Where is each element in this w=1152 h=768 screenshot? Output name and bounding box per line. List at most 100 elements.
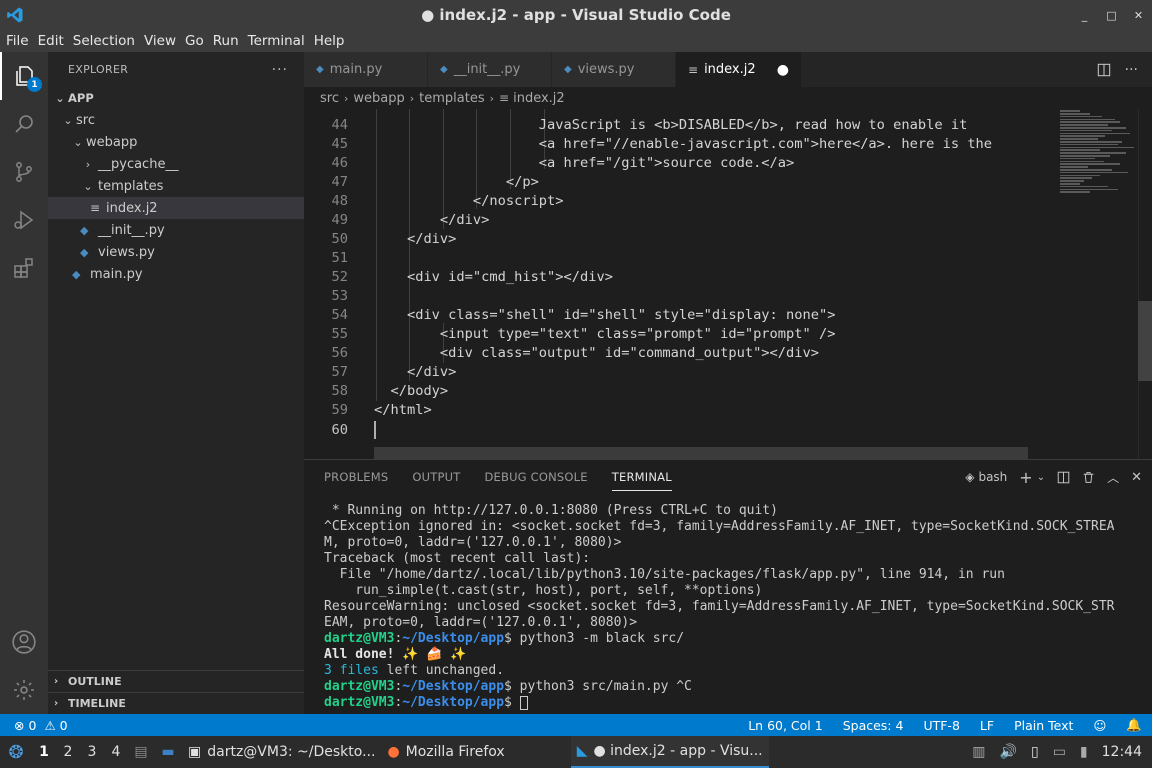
tab-index-j2[interactable]: ≡ index.j2 ● [676,52,802,87]
tab-views-py[interactable]: ◆ views.py [552,52,676,87]
task-firefox[interactable]: ● Mozilla Firefox [381,736,510,768]
task-vscode[interactable]: ◣ ● index.j2 - app - Visu... [570,736,769,768]
maximize-panel-icon[interactable]: ︿ [1107,469,1119,486]
notes-icon[interactable]: ▯ [1031,744,1039,760]
run-debug-activity[interactable] [0,196,48,244]
start-menu-icon[interactable]: ❂ [0,742,32,763]
chevron-down-icon[interactable]: ⌄ [1037,472,1045,483]
breadcrumb-src[interactable]: src [320,91,339,106]
terminal-command: $ python3 src/main.py ^C [504,679,692,694]
line-text: </noscript> [374,192,564,209]
tree-file-views-py[interactable]: ◆ views.py [48,241,304,263]
split-terminal-icon[interactable] [1057,471,1070,484]
menu-go[interactable]: Go [181,33,208,49]
code-line: 55 <input type="text" class="prompt" id=… [304,324,1048,343]
tab-problems[interactable]: PROBLEMS [324,470,388,484]
tree-file-index-j2[interactable]: ≡ index.j2 [48,197,304,219]
tab-debug-console[interactable]: DEBUG CONSOLE [484,470,587,484]
trash-icon[interactable] [1082,471,1095,484]
tab-output[interactable]: OUTPUT [412,470,460,484]
menu-terminal[interactable]: Terminal [244,33,309,49]
clock[interactable]: 12:44 [1102,744,1142,760]
minimize-button[interactable]: _ [1071,0,1098,30]
maximize-button[interactable]: □ [1098,0,1125,30]
tree-folder-pycache[interactable]: › __pycache__ [48,153,304,175]
scrollbar-thumb[interactable] [1138,301,1152,381]
tab-init-py[interactable]: ◆ __init__.py [428,52,552,87]
manage-activity[interactable] [0,666,48,714]
clipboard-icon[interactable]: ▥ [972,744,985,760]
editor-horizontal-scrollbar[interactable] [374,447,1028,459]
tab-terminal[interactable]: TERMINAL [611,463,672,491]
menu-file[interactable]: File [2,33,33,49]
window-title: ● index.j2 - app - Visual Studio Code [421,6,731,24]
terminal-app-icon: ▣ [188,744,202,760]
close-window-button[interactable]: ✕ [1125,0,1152,30]
terminal-shell-selector[interactable]: ◈ bash [965,470,1007,484]
line-text: <a href="//enable-javascript.com">here</… [374,135,993,152]
python-file-icon: ◆ [564,64,572,75]
show-desktop-icon[interactable]: ▬ [154,744,182,760]
task-terminal[interactable]: ▣ dartz@VM3: ~/Deskto... [182,736,381,768]
title-bar: ● index.j2 - app - Visual Studio Code _ … [0,0,1152,30]
menu-run[interactable]: Run [209,33,243,49]
outline-section[interactable]: › OUTLINE [48,670,304,692]
workspace-3[interactable]: 3 [80,744,104,760]
tab-main-py[interactable]: ◆ main.py [304,52,428,87]
workspace-1[interactable]: 1 [32,744,56,760]
error-count: 0 [28,717,37,733]
more-actions-icon[interactable]: ··· [1125,62,1138,78]
tree-file-main-py[interactable]: ◆ main.py [48,263,304,285]
menu-edit[interactable]: Edit [34,33,68,49]
timeline-section[interactable]: › TIMELINE [48,692,304,714]
line-number: 49 [331,211,348,228]
prompt-path: ~/Desktop/app [402,631,505,646]
code-editor[interactable]: 44 JavaScript is <b>DISABLED</b>, read h… [304,109,1152,459]
close-panel-icon[interactable]: ✕ [1131,470,1142,485]
tree-file-init-py[interactable]: ◆ __init__.py [48,219,304,241]
tree-folder-src[interactable]: ⌄ src [48,109,304,131]
tab-label: __init__.py [453,62,521,77]
problems-status[interactable]: ⊗ 0 ⚠ 0 [0,718,68,733]
extensions-activity[interactable] [0,244,48,292]
terminal-line: File "/home/dartz/.local/lib/python3.10/… [324,567,1005,582]
breadcrumb-templates[interactable]: templates [419,91,484,106]
tree-folder-templates[interactable]: ⌄ templates [48,175,304,197]
file-manager-icon[interactable]: ▤ [128,744,154,760]
tree-folder-app[interactable]: ⌄ APP [48,87,304,109]
new-terminal-icon[interactable]: + [1019,468,1032,487]
breadcrumb-index-j2[interactable]: index.j2 [513,91,565,106]
minimap[interactable] [1060,109,1138,229]
language-mode[interactable]: Plain Text [1014,718,1073,733]
network-icon[interactable]: ▭ [1053,744,1066,760]
power-icon[interactable]: ▮ [1080,744,1088,760]
menu-selection[interactable]: Selection [69,33,139,49]
task-label: dartz@VM3: ~/Deskto... [207,744,376,760]
menu-help[interactable]: Help [310,33,349,49]
workspace-4[interactable]: 4 [104,744,128,760]
explorer-more-button[interactable]: ··· [272,62,288,78]
workspace-2[interactable]: 2 [56,744,80,760]
breadcrumb-webapp[interactable]: webapp [353,91,404,106]
line-number: 46 [331,154,348,171]
search-activity[interactable] [0,100,48,148]
split-editor-icon[interactable] [1097,63,1111,77]
editor-vertical-scrollbar[interactable] [1138,109,1152,459]
menu-view[interactable]: View [140,33,180,49]
accounts-activity[interactable] [0,618,48,666]
volume-icon[interactable]: 🔊 [1000,744,1017,760]
encoding[interactable]: UTF-8 [923,718,959,733]
search-icon [15,115,33,133]
run-debug-icon [14,210,34,230]
feedback-icon[interactable]: ☺ [1093,718,1106,733]
indentation[interactable]: Spaces: 4 [843,718,904,733]
end-of-line[interactable]: LF [980,718,994,733]
terminal-output[interactable]: * Running on http://127.0.0.1:8080 (Pres… [324,503,1115,711]
tree-folder-webapp[interactable]: ⌄ webapp [48,131,304,153]
unsaved-dot-icon[interactable]: ● [777,62,789,78]
line-number: 54 [331,306,348,323]
notifications-icon[interactable]: 🔔 [1126,717,1142,733]
cursor-position[interactable]: Ln 60, Col 1 [748,718,823,733]
explorer-activity[interactable]: 1 [0,52,48,100]
source-control-activity[interactable] [0,148,48,196]
